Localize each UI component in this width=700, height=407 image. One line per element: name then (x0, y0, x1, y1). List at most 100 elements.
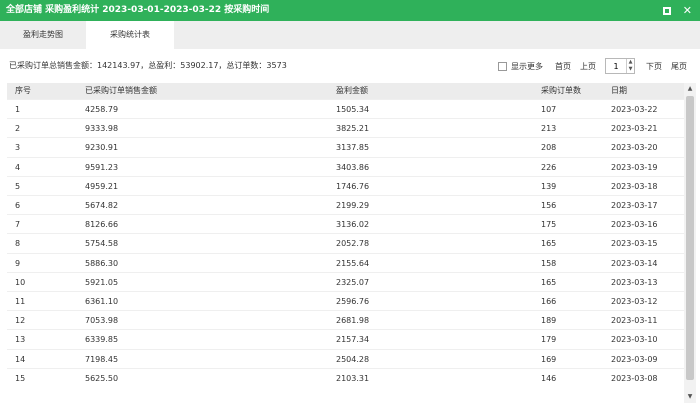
cell-sales: 5674.82 (85, 201, 119, 210)
cell-sales: 4258.79 (85, 105, 119, 114)
window-title: 全部店铺 采购盈利统计 2023-03-01-2023-03-22 按采购时间 (6, 5, 270, 15)
table-row[interactable]: 1 4258.79 1505.34 107 2023-03-22 (7, 99, 687, 118)
next-page-button[interactable]: 下页 (646, 61, 662, 72)
table-row[interactable]: 4 9591.23 3403.86 226 2023-03-19 (7, 156, 687, 176)
cell-date: 2023-03-17 (611, 201, 658, 210)
last-page-button[interactable]: 尾页 (671, 61, 687, 72)
cell-profit: 2155.64 (336, 258, 370, 268)
vertical-scrollbar[interactable]: ▲ ▼ (684, 83, 696, 403)
cell-sales: 7053.98 (85, 316, 119, 326)
cell-profit: 2157.34 (336, 335, 370, 345)
cell-orders: 213 (541, 124, 557, 134)
spin-up-icon[interactable]: ▲ (627, 59, 634, 66)
cell-profit: 3136.02 (336, 220, 370, 230)
cell-date: 2023-03-11 (611, 316, 658, 326)
tab-purchase-stats[interactable]: 采购统计表 (86, 21, 174, 49)
cell-index: 10 (15, 277, 26, 287)
cell-index: 6 (15, 201, 21, 210)
cell-date: 2023-03-12 (611, 297, 658, 306)
cell-profit: 2681.98 (336, 316, 370, 326)
table-row[interactable]: 10 5921.05 2325.07 165 2023-03-13 (7, 271, 687, 291)
cell-index: 5 (15, 181, 21, 191)
cell-sales: 9333.98 (85, 124, 119, 134)
scrollbar-thumb[interactable] (686, 96, 694, 380)
maximize-icon[interactable] (662, 6, 671, 15)
cell-sales: 8126.66 (85, 220, 119, 230)
table-row[interactable]: 9 5886.30 2155.64 158 2023-03-14 (7, 252, 687, 272)
cell-date: 2023-03-19 (611, 162, 658, 172)
cell-profit: 2103.31 (336, 373, 370, 383)
table-row[interactable]: 13 6339.85 2157.34 179 2023-03-10 (7, 329, 687, 348)
cell-sales: 6361.10 (85, 297, 119, 306)
cell-sales: 5625.50 (85, 373, 119, 383)
cell-orders: 166 (541, 297, 557, 306)
table-row[interactable]: 15 5625.50 2103.31 146 2023-03-08 (7, 367, 687, 387)
cell-index: 1 (15, 105, 21, 114)
cell-orders: 208 (541, 143, 557, 153)
column-header-sales[interactable]: 已采购订单销售金额 (85, 83, 157, 99)
cell-profit: 2325.07 (336, 277, 370, 287)
cell-sales: 6339.85 (85, 335, 119, 345)
tab-profit-trend[interactable]: 盈利走势图 (0, 21, 86, 49)
cell-sales: 5921.05 (85, 277, 119, 287)
cell-index: 11 (15, 297, 26, 306)
summary-text: 已采购订单总销售金额：142143.97，总盈利：53902.17，总订单数：3… (9, 61, 287, 70)
spin-down-icon[interactable]: ▼ (627, 66, 634, 73)
table-row[interactable]: 2 9333.98 3825.21 213 2023-03-21 (7, 118, 687, 137)
page-number-stepper[interactable]: ▲ ▼ (605, 58, 635, 74)
cell-date: 2023-03-13 (611, 277, 658, 287)
table-row[interactable]: 14 7198.45 2504.28 169 2023-03-09 (7, 348, 687, 368)
column-header-index[interactable]: 序号 (15, 83, 31, 99)
table-row[interactable]: 5 4959.21 1746.76 139 2023-03-18 (7, 175, 687, 195)
cell-profit: 2596.76 (336, 297, 370, 306)
cell-orders: 179 (541, 335, 557, 345)
cell-date: 2023-03-09 (611, 354, 658, 364)
cell-orders: 158 (541, 258, 557, 268)
pager: 显示更多 首页 上页 ▲ ▼ 下页 尾页 (498, 57, 687, 75)
cell-profit: 3825.21 (336, 124, 370, 134)
cell-profit: 1746.76 (336, 181, 370, 191)
cell-date: 2023-03-20 (611, 143, 658, 153)
cell-profit: 2199.29 (336, 201, 370, 210)
cell-orders: 189 (541, 316, 557, 326)
first-page-button[interactable]: 首页 (555, 61, 571, 72)
cell-index: 2 (15, 124, 21, 134)
cell-sales: 9230.91 (85, 143, 119, 153)
table-row[interactable]: 12 7053.98 2681.98 189 2023-03-11 (7, 310, 687, 329)
cell-orders: 169 (541, 354, 557, 364)
cell-date: 2023-03-18 (611, 181, 658, 191)
column-header-orders[interactable]: 采购订单数 (541, 83, 581, 99)
purchase-stats-table: 序号 已采购订单销售金额 盈利金额 采购订单数 日期 1 4258.79 1505.… (7, 83, 687, 403)
show-more-checkbox[interactable] (498, 61, 507, 71)
cell-profit: 2504.28 (336, 354, 370, 364)
cell-profit: 1505.34 (336, 105, 370, 114)
table-row[interactable]: 6 5674.82 2199.29 156 2023-03-17 (7, 195, 687, 214)
cell-orders: 156 (541, 201, 557, 210)
table-header: 序号 已采购订单销售金额 盈利金额 采购订单数 日期 (7, 83, 687, 99)
table-row[interactable]: 7 8126.66 3136.02 175 2023-03-16 (7, 214, 687, 233)
arrow-down-icon[interactable]: ▼ (684, 391, 696, 403)
cell-orders: 107 (541, 105, 557, 114)
close-icon[interactable]: ✕ (683, 0, 692, 21)
cell-orders: 226 (541, 162, 557, 172)
table-row[interactable]: 8 5754.58 2052.78 165 2023-03-15 (7, 233, 687, 252)
prev-page-button[interactable]: 上页 (580, 61, 596, 72)
cell-sales: 5754.58 (85, 239, 119, 249)
cell-date: 2023-03-16 (611, 220, 658, 230)
page-number-input[interactable] (606, 59, 626, 73)
cell-sales: 4959.21 (85, 181, 119, 191)
show-more-label[interactable]: 显示更多 (511, 61, 543, 72)
cell-orders: 139 (541, 181, 557, 191)
cell-index: 9 (15, 258, 21, 268)
tab-bar: 盈利走势图 采购统计表 (0, 21, 700, 49)
arrow-up-icon[interactable]: ▲ (684, 83, 696, 95)
cell-sales: 9591.23 (85, 162, 119, 172)
cell-index: 12 (15, 316, 26, 326)
column-header-profit[interactable]: 盈利金额 (336, 83, 368, 99)
column-header-date[interactable]: 日期 (611, 83, 627, 99)
cell-date: 2023-03-22 (611, 105, 658, 114)
table-row[interactable]: 11 6361.10 2596.76 166 2023-03-12 (7, 291, 687, 310)
cell-date: 2023-03-14 (611, 258, 658, 268)
table-row[interactable]: 3 9230.91 3137.85 208 2023-03-20 (7, 137, 687, 156)
cell-date: 2023-03-21 (611, 124, 658, 134)
